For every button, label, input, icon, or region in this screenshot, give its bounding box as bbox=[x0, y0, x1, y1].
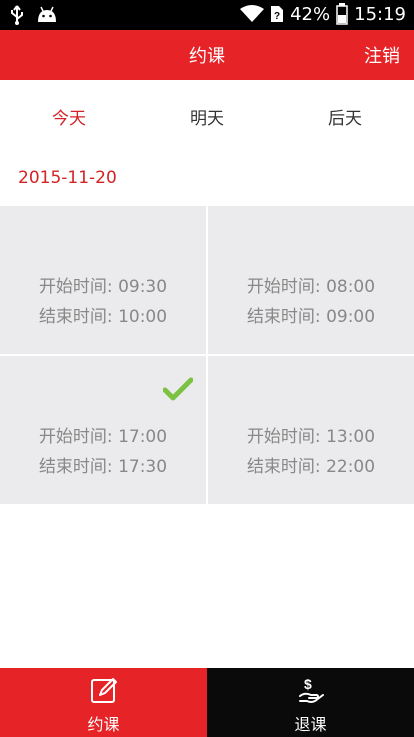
edit-icon bbox=[91, 678, 117, 703]
slot-start-time: 开始时间: 13:00 bbox=[246, 427, 376, 447]
nav-cancel-class[interactable]: $ 退课 bbox=[207, 668, 414, 737]
status-right: ? 42% 15:19 bbox=[240, 3, 406, 25]
clock: 15:19 bbox=[354, 3, 406, 25]
date-bar: 2015-11-20 bbox=[0, 148, 414, 206]
bottom-nav: 约课 $ 退课 bbox=[0, 668, 414, 737]
time-slot[interactable]: 开始时间: 09:30 结束时间: 10:00 bbox=[0, 206, 206, 354]
checkmark-icon bbox=[163, 377, 193, 401]
sim-icon: ? bbox=[271, 6, 284, 22]
tab-day-after-tomorrow[interactable]: 后天 bbox=[276, 104, 414, 129]
page-title: 约课 bbox=[189, 46, 225, 67]
time-slot[interactable]: 开始时间: 13:00 结束时间: 22:00 bbox=[208, 356, 414, 504]
nav-book-class-label: 约课 bbox=[87, 715, 120, 734]
day-tabs: 今天 明天 后天 bbox=[0, 80, 414, 149]
nav-book-class[interactable]: 约课 bbox=[0, 668, 207, 737]
slot-grid: 开始时间: 09:30 结束时间: 10:00 开始时间: 08:00 结束时间… bbox=[0, 206, 414, 504]
nav-cancel-class-label: 退课 bbox=[294, 715, 327, 734]
battery-percent: 42% bbox=[290, 3, 331, 25]
selected-date: 2015-11-20 bbox=[18, 168, 117, 188]
battery-icon bbox=[336, 3, 348, 25]
android-icon bbox=[38, 6, 56, 22]
time-slot[interactable]: 开始时间: 08:00 结束时间: 09:00 bbox=[208, 206, 414, 354]
svg-text:$: $ bbox=[304, 676, 312, 692]
grid-divider-horizontal bbox=[0, 354, 414, 356]
status-left bbox=[10, 5, 58, 25]
slot-end-time: 结束时间: 22:00 bbox=[246, 457, 376, 477]
usb-icon bbox=[11, 5, 23, 25]
refund-icon: $ bbox=[299, 676, 324, 703]
slot-start-time: 开始时间: 09:30 bbox=[38, 277, 168, 297]
slot-end-time: 结束时间: 17:30 bbox=[38, 457, 168, 477]
app-header: 约课 注销 bbox=[0, 30, 414, 80]
tab-tomorrow[interactable]: 明天 bbox=[138, 104, 276, 129]
slot-start-time: 开始时间: 08:00 bbox=[246, 277, 376, 297]
logout-button[interactable]: 注销 bbox=[364, 42, 400, 68]
svg-text:?: ? bbox=[274, 11, 280, 22]
slot-end-time: 结束时间: 10:00 bbox=[38, 307, 168, 327]
slot-start-time: 开始时间: 17:00 bbox=[38, 427, 168, 447]
status-bar: ? 42% 15:19 bbox=[0, 0, 414, 30]
slot-end-time: 结束时间: 09:00 bbox=[246, 307, 376, 327]
wifi-icon bbox=[240, 5, 265, 22]
time-slot-selected[interactable]: 开始时间: 17:00 结束时间: 17:30 bbox=[0, 356, 206, 504]
tab-today[interactable]: 今天 bbox=[0, 104, 138, 129]
